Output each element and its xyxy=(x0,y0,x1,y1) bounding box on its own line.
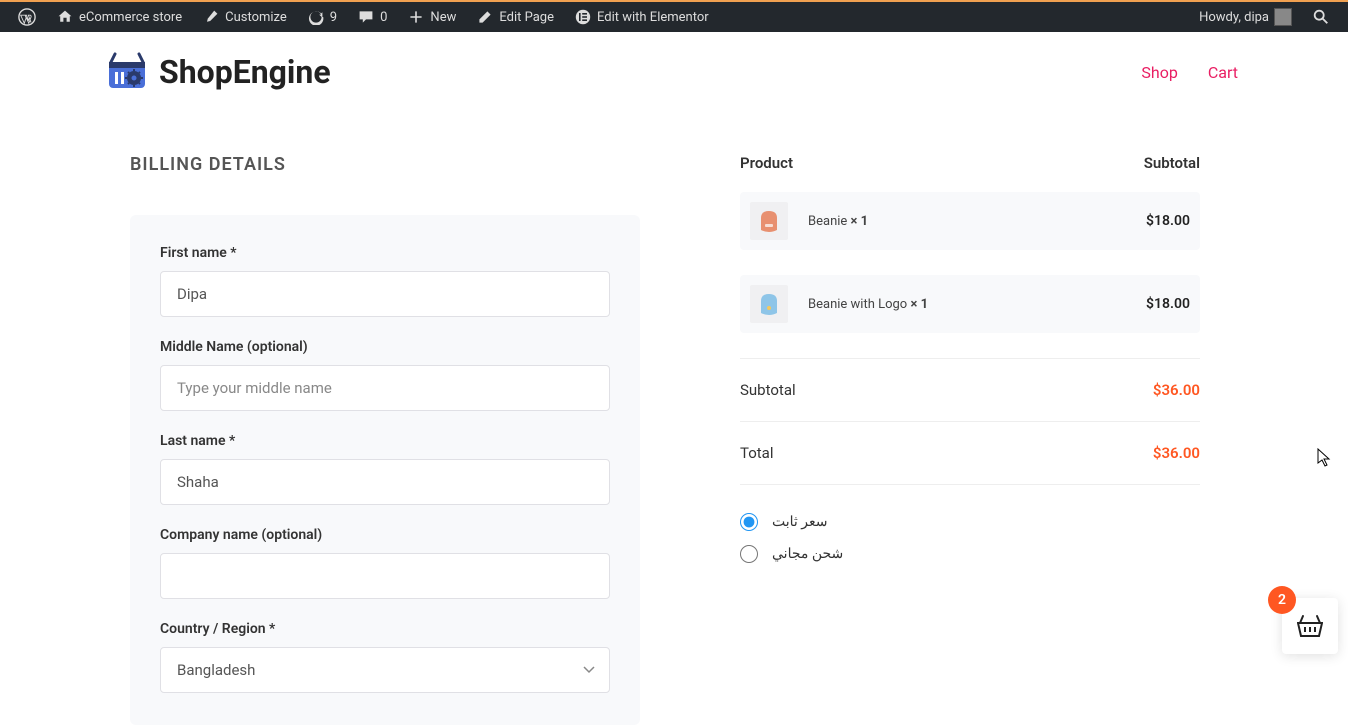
middle-name-input[interactable] xyxy=(160,365,610,411)
shipping-flat-rate[interactable]: سعر ثابت xyxy=(740,513,1200,531)
shipping-radio-flat[interactable] xyxy=(740,513,758,531)
pencil-icon xyxy=(476,8,494,26)
total-label: Total xyxy=(740,444,774,462)
country-select[interactable]: Bangladesh xyxy=(160,647,610,693)
admin-new-label: New xyxy=(430,10,456,25)
order-item: Beanie with Logo × 1 $18.00 xyxy=(740,275,1200,333)
product-name: Beanie × 1 xyxy=(808,214,868,229)
plus-icon xyxy=(407,8,425,26)
shipping-free-label: شحن مجاني xyxy=(772,546,843,562)
admin-site-label: eCommerce store xyxy=(79,10,182,25)
brand-name: ShopEngine xyxy=(159,53,331,91)
total-amount: $36.00 xyxy=(1153,444,1200,462)
product-name: Beanie with Logo × 1 xyxy=(808,297,928,312)
company-input[interactable] xyxy=(160,553,610,599)
admin-site-link[interactable]: eCommerce store xyxy=(46,1,192,33)
search-icon xyxy=(1312,8,1330,26)
elementor-icon xyxy=(574,8,592,26)
shopengine-icon xyxy=(105,50,149,94)
order-item: Beanie × 1 $18.00 xyxy=(740,192,1200,250)
shipping-radio-free[interactable] xyxy=(740,545,758,563)
wordpress-icon xyxy=(18,8,36,26)
admin-updates-link[interactable]: 9 xyxy=(297,1,347,33)
basket-icon xyxy=(1297,614,1323,638)
last-name-input[interactable] xyxy=(160,459,610,505)
order-head-product: Product xyxy=(740,154,793,172)
wp-admin-bar: eCommerce store Customize 9 0 New xyxy=(0,0,1348,32)
admin-search[interactable] xyxy=(1302,1,1340,33)
admin-user-link[interactable]: Howdy, dipa xyxy=(1189,1,1302,33)
last-name-label: Last name * xyxy=(160,433,610,449)
product-image xyxy=(750,285,788,323)
main-nav: Shop Cart xyxy=(1141,63,1238,82)
product-price: $18.00 xyxy=(1146,296,1190,312)
comment-icon xyxy=(357,8,375,26)
order-head-subtotal: Subtotal xyxy=(1144,154,1200,172)
wp-logo[interactable] xyxy=(8,1,46,33)
order-summary: Product Subtotal Beanie × 1 $18.00 Beani… xyxy=(740,154,1200,725)
site-logo[interactable]: ShopEngine xyxy=(105,50,331,94)
admin-new-link[interactable]: New xyxy=(397,1,466,33)
billing-form: First name * Middle Name (optional) Last… xyxy=(130,215,640,725)
admin-customize-link[interactable]: Customize xyxy=(192,1,297,33)
refresh-icon xyxy=(307,8,325,26)
admin-elementor-link[interactable]: Edit with Elementor xyxy=(564,1,719,33)
cart-count-badge: 2 xyxy=(1268,586,1296,614)
nav-cart[interactable]: Cart xyxy=(1208,63,1238,82)
nav-shop[interactable]: Shop xyxy=(1141,63,1177,82)
admin-updates-count: 9 xyxy=(330,10,337,25)
admin-elementor-label: Edit with Elementor xyxy=(597,10,709,25)
admin-edit-page-link[interactable]: Edit Page xyxy=(466,1,564,33)
country-label: Country / Region * xyxy=(160,621,610,637)
admin-greeting: Howdy, dipa xyxy=(1199,10,1269,25)
subtotal-row: Subtotal $36.00 xyxy=(740,358,1200,421)
home-icon xyxy=(56,8,74,26)
first-name-input[interactable] xyxy=(160,271,610,317)
shipping-options: سعر ثابت شحن مجاني xyxy=(740,484,1200,563)
subtotal-amount: $36.00 xyxy=(1153,381,1200,399)
brush-icon xyxy=(202,8,220,26)
admin-customize-label: Customize xyxy=(225,10,287,25)
middle-name-label: Middle Name (optional) xyxy=(160,339,610,355)
shipping-flat-label: سعر ثابت xyxy=(772,514,828,530)
subtotal-label: Subtotal xyxy=(740,381,796,399)
avatar xyxy=(1274,8,1292,26)
company-label: Company name (optional) xyxy=(160,527,610,543)
product-image xyxy=(750,202,788,240)
shipping-free[interactable]: شحن مجاني xyxy=(740,545,1200,563)
billing-title: BILLING DETAILS xyxy=(130,154,640,175)
total-row: Total $36.00 xyxy=(740,421,1200,484)
site-header: ShopEngine Shop Cart xyxy=(0,32,1348,94)
admin-edit-page-label: Edit Page xyxy=(499,10,554,25)
admin-comments-link[interactable]: 0 xyxy=(347,1,397,33)
product-price: $18.00 xyxy=(1146,213,1190,229)
floating-cart-button[interactable]: 2 xyxy=(1282,598,1338,654)
first-name-label: First name * xyxy=(160,245,610,261)
admin-comments-count: 0 xyxy=(380,10,387,25)
